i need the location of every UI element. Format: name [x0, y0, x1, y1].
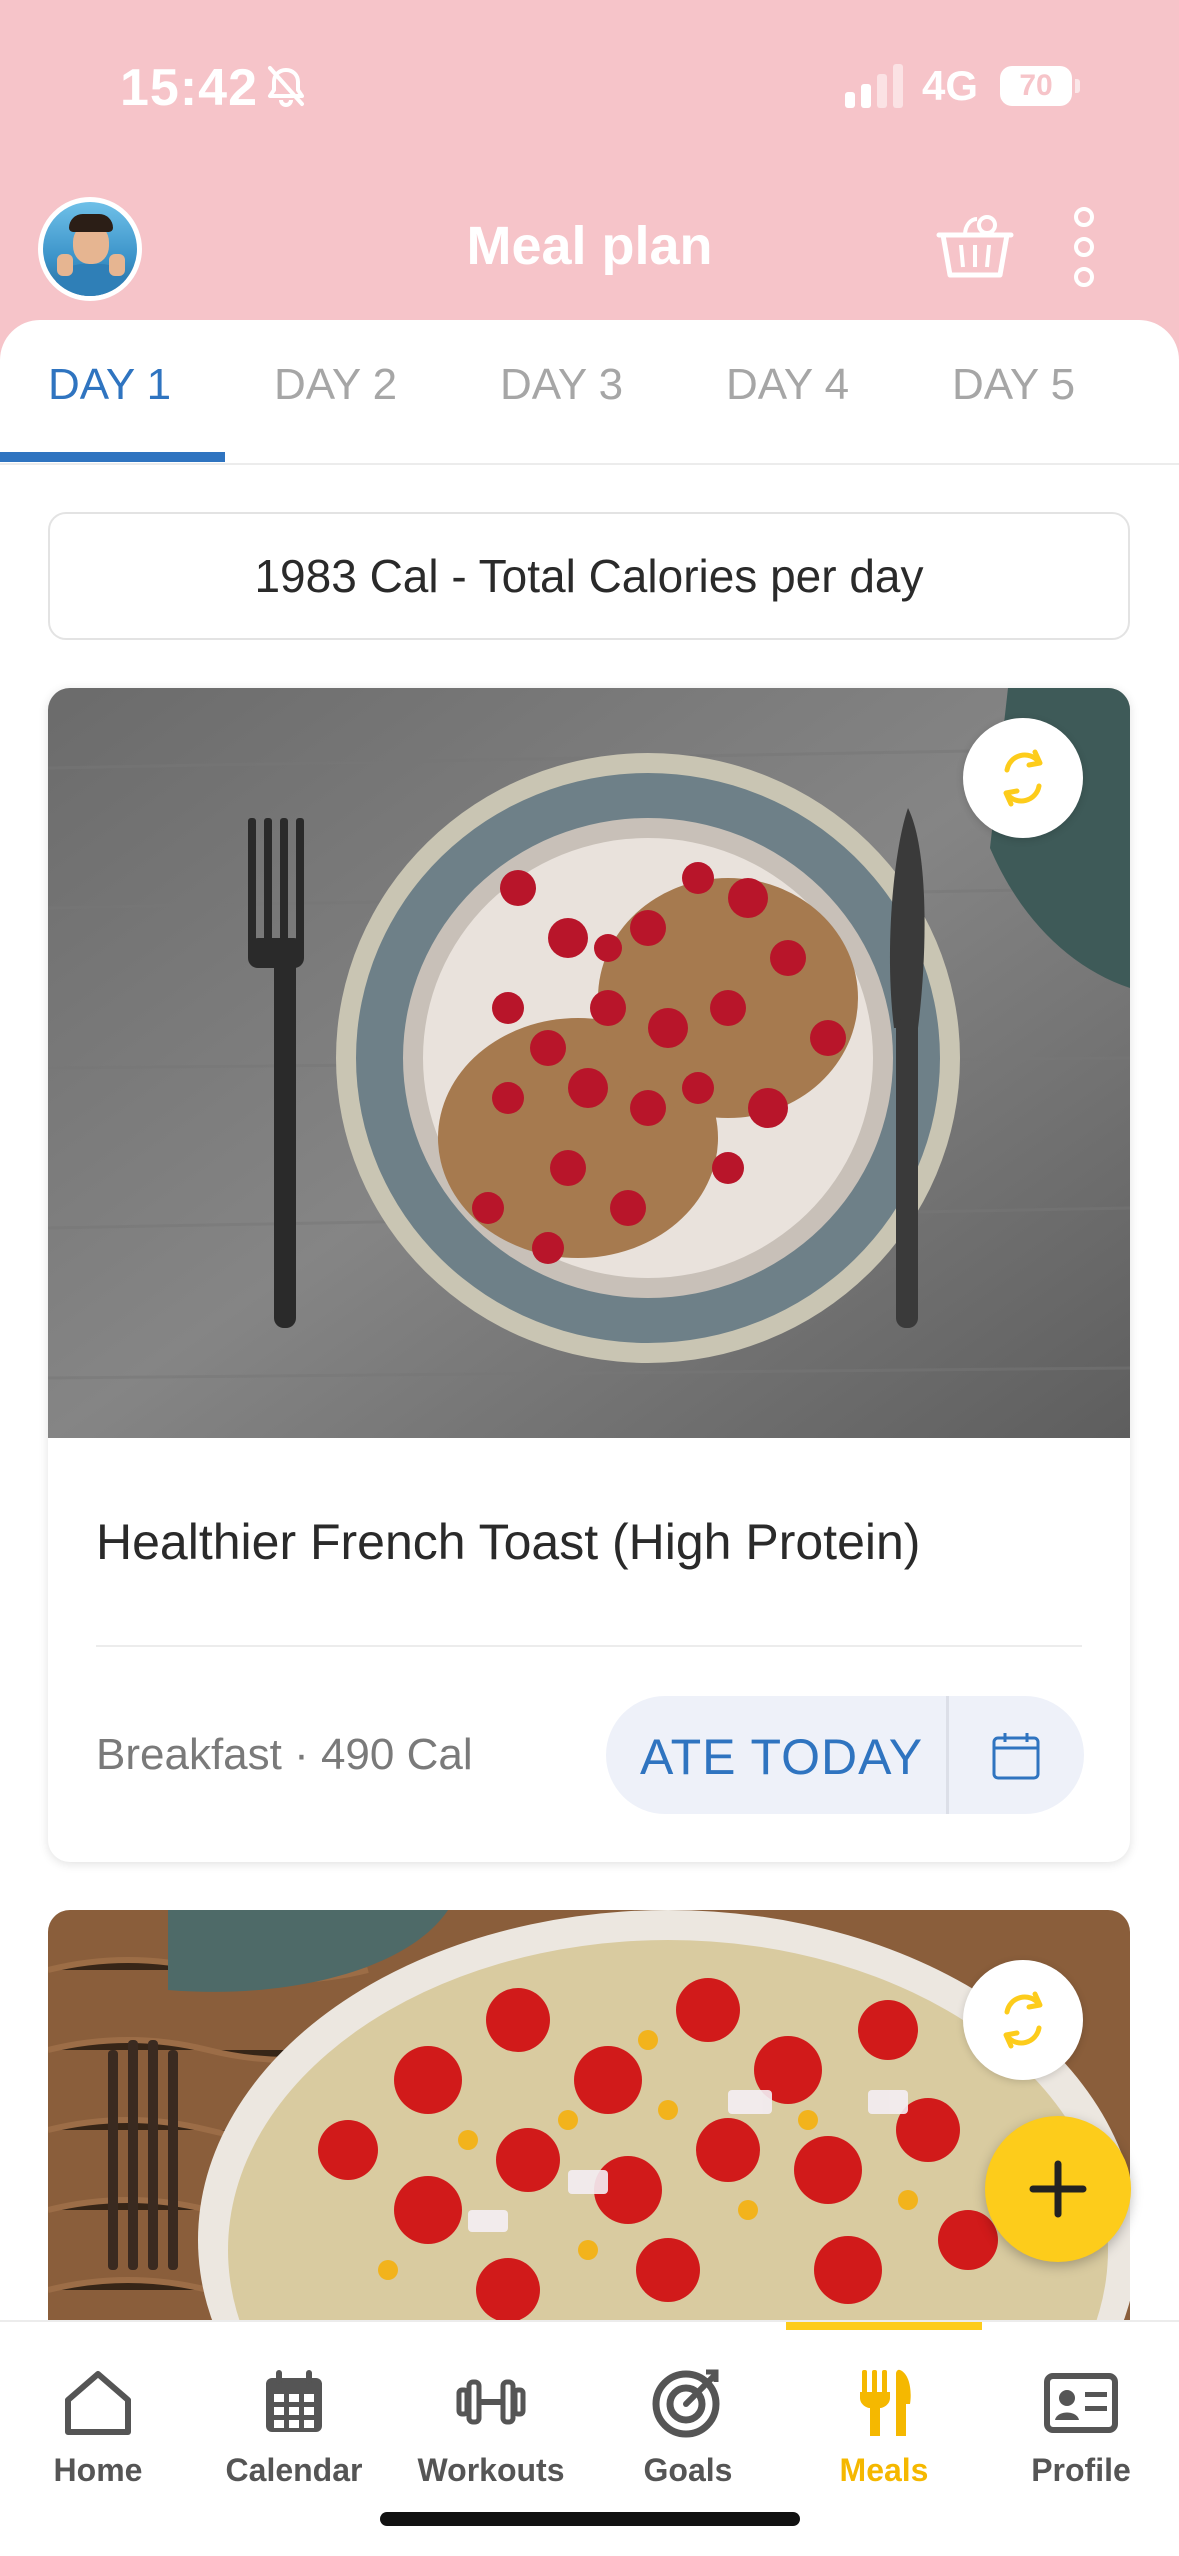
- ate-separator: [946, 1696, 949, 1814]
- nav-label: Meals: [839, 2452, 929, 2488]
- id-card-icon: [1044, 2373, 1118, 2433]
- nav-profile[interactable]: Profile: [983, 2342, 1179, 2492]
- active-nav-indicator: [786, 2322, 982, 2330]
- swap-icon: [1003, 1991, 1043, 2049]
- active-tab-indicator: [0, 452, 225, 462]
- add-button[interactable]: [985, 2116, 1131, 2262]
- ate-today-button[interactable]: ATE TODAY: [640, 1728, 923, 1786]
- nav-label: Workouts: [417, 2452, 565, 2488]
- meal-card[interactable]: Healthier French Toast (High Protein) Br…: [48, 688, 1130, 1862]
- tab-day-5[interactable]: DAY 5: [952, 360, 1075, 410]
- plus-icon: [1029, 2160, 1087, 2218]
- status-bar: 15:42 4G 70: [0, 0, 1179, 175]
- total-calories: 1983 Cal - Total Calories per day: [48, 512, 1130, 640]
- tab-day-1[interactable]: DAY 1: [48, 360, 171, 410]
- nav-label: Calendar: [225, 2452, 363, 2488]
- meal-card-next[interactable]: [48, 1910, 1130, 2330]
- nav-label: Goals: [643, 2452, 733, 2488]
- status-time: 15:42: [120, 59, 258, 117]
- nav-goals[interactable]: Goals: [590, 2342, 786, 2492]
- meal-meta: Breakfast · 490 Cal: [96, 1730, 473, 1779]
- tab-day-4[interactable]: DAY 4: [726, 360, 849, 410]
- tab-day-2[interactable]: DAY 2: [274, 360, 397, 410]
- home-icon: [65, 2371, 131, 2435]
- signal-icon: [845, 64, 903, 108]
- swap-icon: [1003, 749, 1043, 807]
- more-icon[interactable]: [1062, 205, 1106, 289]
- fork-knife-icon: [860, 2369, 911, 2436]
- nav-label: Profile: [1031, 2452, 1131, 2488]
- tab-day-3[interactable]: DAY 3: [500, 360, 623, 410]
- nav-label: Home: [53, 2452, 143, 2488]
- calendar-icon: [266, 2370, 322, 2432]
- swap-meal-button[interactable]: [963, 1960, 1083, 2080]
- calendar-icon[interactable]: [990, 1730, 1042, 1782]
- network-type: 4G: [922, 62, 979, 109]
- swap-meal-button[interactable]: [963, 718, 1083, 838]
- nav-home[interactable]: Home: [0, 2342, 196, 2492]
- day-tabs: DAY 1 DAY 2 DAY 3 DAY 4 DAY 5: [0, 320, 1179, 465]
- dumbbell-icon: [456, 2379, 526, 2425]
- bell-muted-icon: [268, 66, 304, 107]
- nav-meals[interactable]: Meals: [786, 2342, 982, 2492]
- app-bar: Meal plan: [0, 185, 1179, 305]
- meal-title[interactable]: Healthier French Toast (High Protein): [96, 1513, 920, 1571]
- divider: [96, 1645, 1082, 1647]
- ate-today-control: ATE TODAY: [606, 1696, 1084, 1814]
- nav-calendar[interactable]: Calendar: [196, 2342, 392, 2492]
- basket-icon[interactable]: [935, 205, 1015, 285]
- target-icon: [652, 2369, 720, 2438]
- battery-icon: 70: [1000, 66, 1080, 106]
- nav-workouts[interactable]: Workouts: [393, 2342, 589, 2492]
- home-indicator: [380, 2512, 800, 2526]
